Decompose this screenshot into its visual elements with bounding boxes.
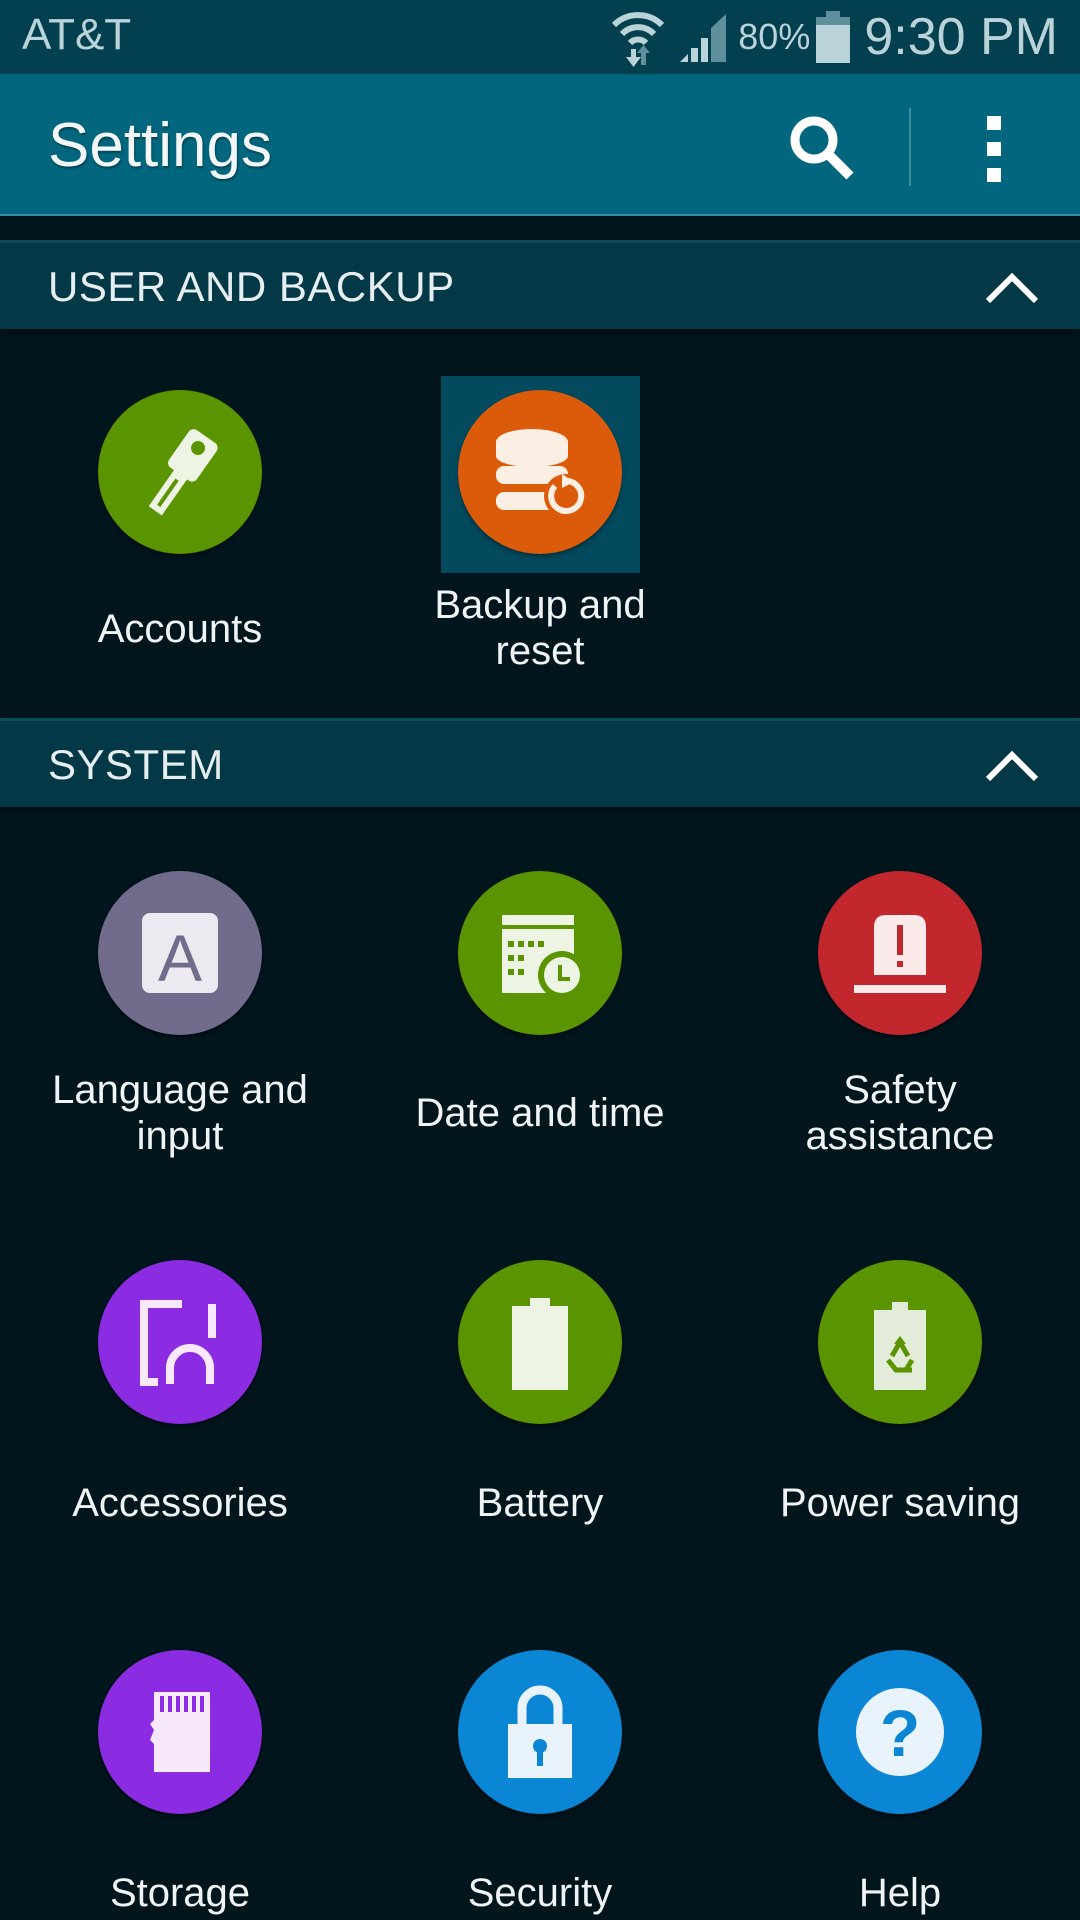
svg-text:A: A — [158, 921, 202, 995]
search-button[interactable] — [784, 110, 860, 186]
lock-icon — [458, 1650, 622, 1814]
item-label: Accessories — [72, 1481, 288, 1525]
item-label: Help — [858, 1871, 942, 1915]
status-icons: 80% 9:30 PM — [610, 6, 1058, 68]
calendar-clock-icon — [458, 871, 622, 1035]
overflow-menu-button[interactable] — [975, 110, 1015, 186]
chevron-up-icon[interactable] — [984, 747, 1040, 783]
battery-icon — [458, 1260, 622, 1424]
overflow-menu-icon — [987, 116, 1001, 182]
siren-alert-icon — [818, 871, 982, 1035]
accessories-icon — [98, 1260, 262, 1424]
search-icon — [790, 116, 854, 180]
section-title: SYSTEM — [48, 741, 224, 788]
backup-restore-icon — [458, 390, 622, 554]
item-label: Safety assistance — [805, 1068, 995, 1158]
battery-percent: 80% — [738, 16, 811, 57]
settings-item-help[interactable]: ? Help — [750, 1650, 1050, 1920]
settings-item-storage[interactable]: Storage — [30, 1650, 330, 1920]
carrier-name: AT&T — [22, 10, 132, 59]
section-title: USER AND BACKUP — [48, 263, 455, 310]
app-bar-spacer — [0, 216, 1080, 240]
power-saving-icon — [818, 1260, 982, 1424]
settings-item-accessories[interactable]: Accessories — [30, 1260, 330, 1560]
help-icon: ? — [818, 1650, 982, 1814]
item-label: Backup and reset — [434, 583, 646, 673]
item-label: Power saving — [779, 1481, 1021, 1525]
settings-item-security[interactable]: Security — [390, 1650, 690, 1920]
battery-icon — [816, 11, 851, 63]
item-label: Security — [467, 1871, 613, 1915]
item-label: Language and input — [52, 1068, 308, 1158]
settings-item-language-and-input[interactable]: A Language and input — [30, 871, 330, 1171]
settings-item-safety-assistance[interactable]: Safety assistance — [750, 871, 1050, 1171]
app-bar: Settings — [0, 74, 1080, 216]
settings-item-backup-and-reset[interactable]: Backup and reset — [390, 390, 690, 690]
language-icon: A — [98, 871, 262, 1035]
status-bar: AT&T 80% 9:30 PM — [0, 0, 1080, 74]
section-header-system[interactable]: SYSTEM — [0, 718, 1080, 807]
settings-item-date-and-time[interactable]: Date and time — [390, 871, 690, 1171]
settings-item-accounts[interactable]: Accounts — [30, 390, 330, 690]
signal-icon — [680, 12, 728, 62]
clock: 9:30 PM — [864, 8, 1058, 66]
settings-item-power-saving[interactable]: Power saving — [750, 1260, 1050, 1560]
key-icon — [98, 390, 262, 554]
sd-card-icon — [98, 1650, 262, 1814]
page-title: Settings — [48, 111, 273, 180]
svg-text:?: ? — [880, 1696, 920, 1770]
settings-item-battery[interactable]: Battery — [390, 1260, 690, 1560]
item-label: Battery — [476, 1481, 604, 1525]
app-bar-divider — [909, 108, 911, 186]
section-header-user-and-backup[interactable]: USER AND BACKUP — [0, 240, 1080, 329]
chevron-up-icon[interactable] — [984, 269, 1040, 305]
wifi-data-icon — [610, 7, 666, 67]
item-label: Accounts — [97, 607, 263, 651]
item-label: Date and time — [415, 1091, 665, 1135]
item-label: Storage — [109, 1871, 251, 1915]
